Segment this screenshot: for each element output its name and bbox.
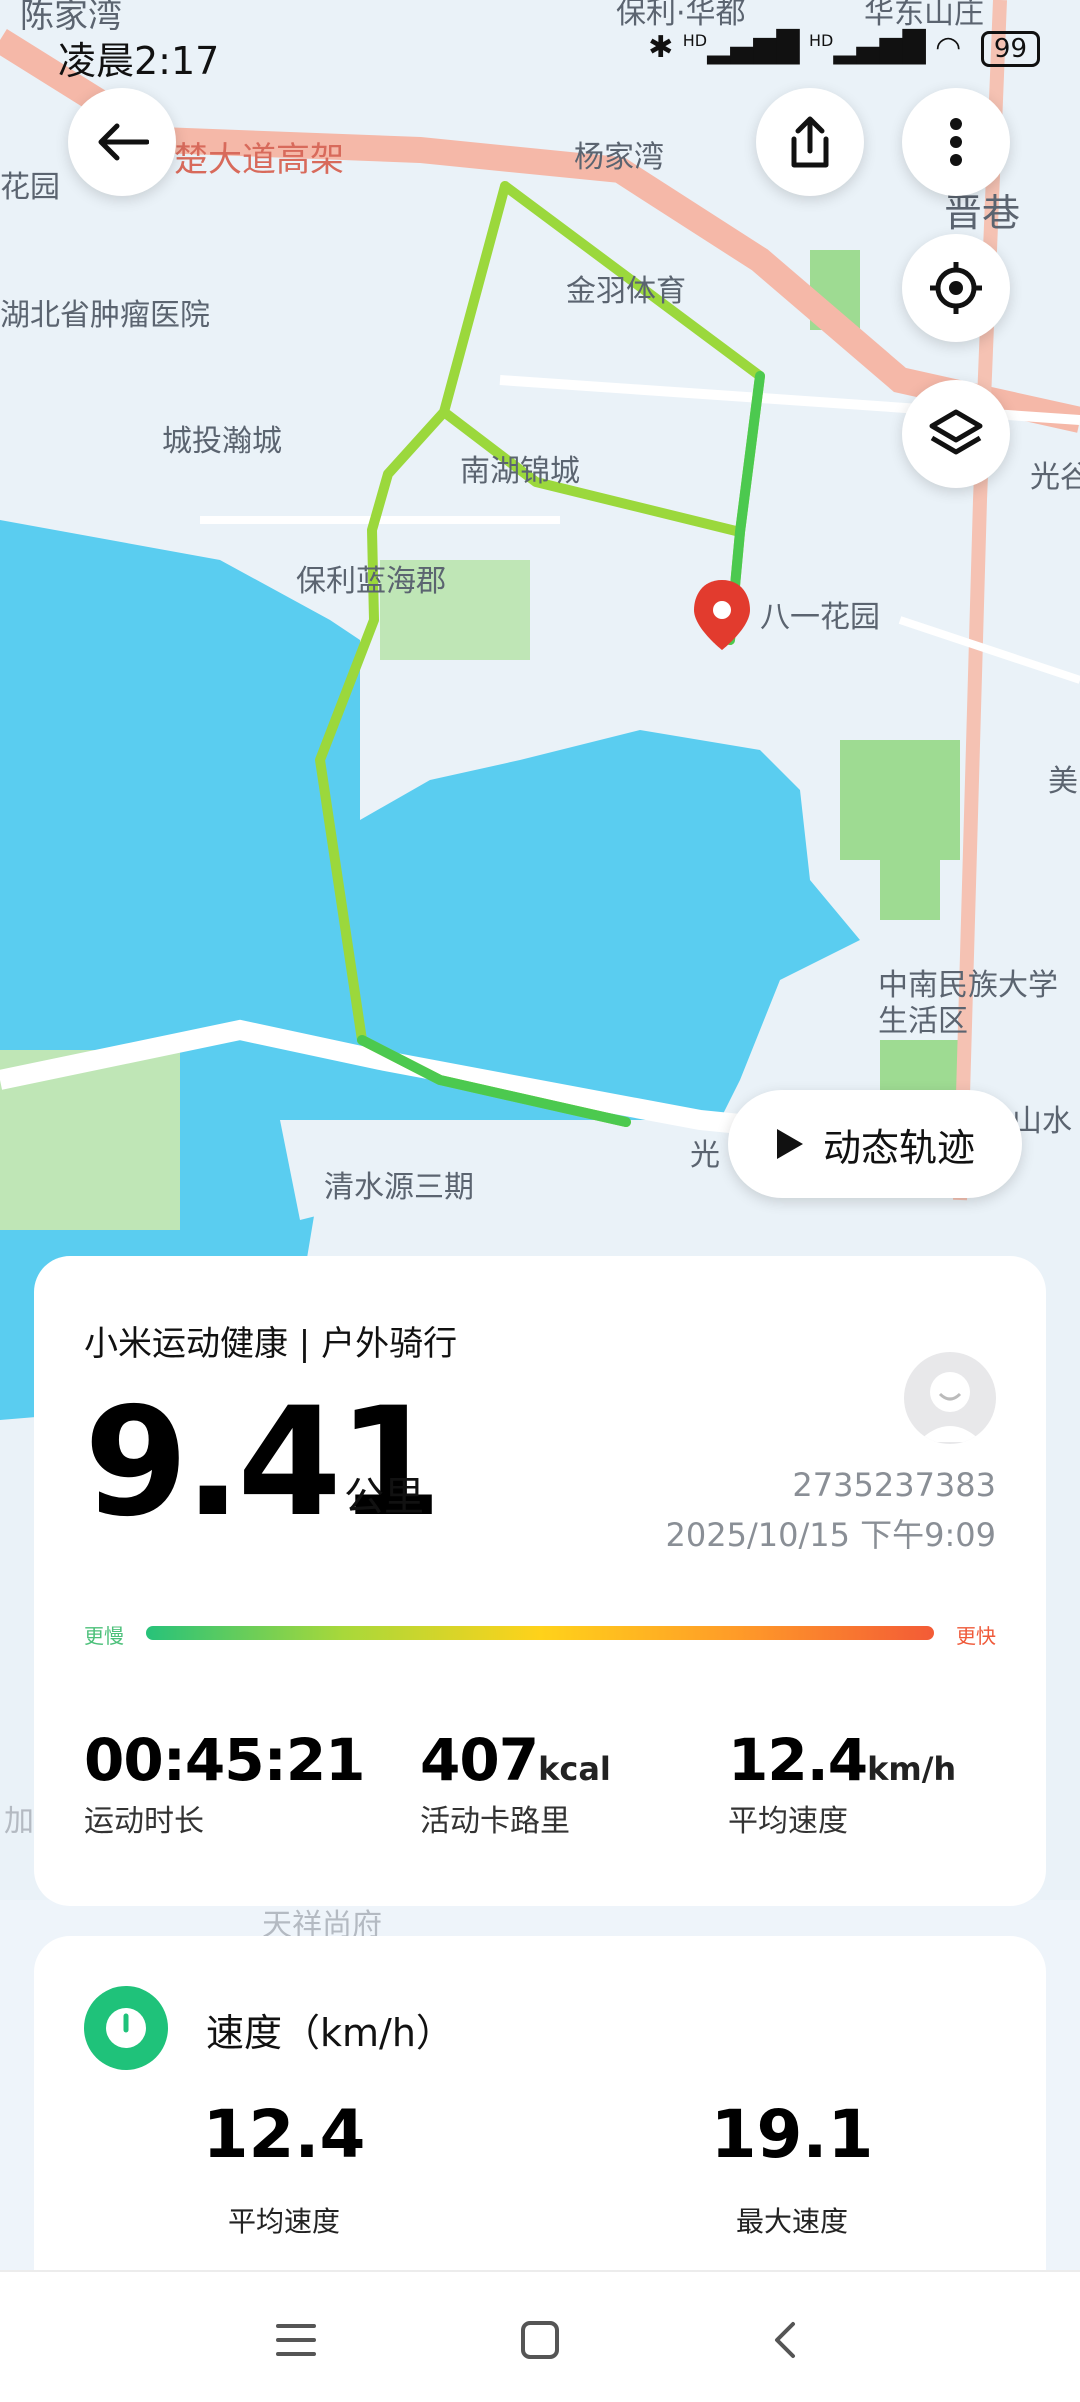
locate-target-icon bbox=[930, 262, 982, 314]
workout-summary-card: 小米运动健康 | 户外骑行 9.41 公里 2735237383 2025/10… bbox=[34, 1256, 1046, 1906]
calories-value: 407 bbox=[420, 1726, 539, 1794]
slower-label: 更慢 bbox=[84, 1624, 124, 1648]
map-label: 美 bbox=[1048, 764, 1078, 799]
signal-icon: HD▂▄▆█ bbox=[682, 30, 800, 65]
speed-card[interactable]: 速度（km/h） 12.4 平均速度 19.1 最大速度 bbox=[34, 1936, 1046, 2270]
share-icon bbox=[791, 116, 829, 168]
map-label: 保利蓝海郡 bbox=[296, 564, 446, 599]
duration-value: 00:45:21 bbox=[84, 1726, 366, 1794]
user-avatar-icon bbox=[918, 1372, 982, 1442]
map-label: 清水源三期 bbox=[324, 1170, 474, 1205]
more-button[interactable] bbox=[902, 88, 1010, 196]
workout-source-title: 小米运动健康 | 户外骑行 bbox=[84, 1324, 458, 1364]
map-label: 金羽体育 bbox=[566, 274, 686, 309]
layers-icon bbox=[929, 409, 983, 455]
chevron-left-icon bbox=[775, 2322, 795, 2358]
distance-value: 9.41 bbox=[84, 1376, 442, 1550]
stat-avg-speed: 12.4km/h 平均速度 bbox=[728, 1726, 956, 1840]
workout-datetime: 2025/10/15 下午9:09 bbox=[665, 1516, 996, 1554]
map-label: 光 bbox=[690, 1138, 720, 1173]
map-label: 花园 bbox=[0, 170, 60, 205]
user-id: 2735237383 bbox=[792, 1466, 996, 1504]
map-label: 八一花园 bbox=[760, 600, 880, 635]
distance-unit: 公里 bbox=[344, 1474, 424, 1520]
system-back-button[interactable] bbox=[754, 2310, 814, 2370]
status-icons: ✱ HD▂▄▆█ HD▂▄▆█ ◠ 99 bbox=[648, 30, 1040, 67]
home-square-icon bbox=[521, 2321, 559, 2359]
menu-icon bbox=[276, 2324, 316, 2356]
more-vertical-icon bbox=[950, 118, 962, 166]
dynamic-track-label: 动态轨迹 bbox=[822, 1125, 975, 1170]
park-area bbox=[880, 820, 940, 920]
stat-duration: 00:45:21 运动时长 bbox=[84, 1726, 366, 1840]
avg-speed-big-value: 12.4 bbox=[202, 2096, 366, 2173]
avg-speed-label: 平均速度 bbox=[728, 1804, 848, 1839]
calories-unit: kcal bbox=[538, 1750, 611, 1788]
calories-label: 活动卡路里 bbox=[420, 1804, 570, 1839]
battery-icon: 99 bbox=[980, 31, 1040, 67]
map-label: 湖北省肿瘤医院 bbox=[0, 298, 210, 333]
faster-label: 更快 bbox=[956, 1624, 996, 1648]
system-navigation-bar bbox=[0, 2270, 1080, 2402]
speed-gradient-bar bbox=[146, 1626, 934, 1640]
speed-card-title: 速度（km/h） bbox=[206, 2011, 454, 2055]
back-button[interactable] bbox=[68, 88, 176, 196]
map-label: 楚大道高架 bbox=[174, 140, 344, 180]
signal-icon: HD▂▄▆█ bbox=[808, 30, 926, 65]
wifi-icon: ◠ bbox=[935, 30, 962, 65]
status-bar: 凌晨2:17 ✱ HD▂▄▆█ HD▂▄▆█ ◠ 99 bbox=[0, 0, 1080, 110]
avg-speed-value: 12.4 bbox=[728, 1726, 868, 1794]
map-label: 城投瀚城 bbox=[162, 424, 282, 459]
map-label: 中南民族大学生活区 bbox=[878, 968, 1058, 1039]
duration-label: 运动时长 bbox=[84, 1804, 204, 1839]
locate-button[interactable] bbox=[902, 234, 1010, 342]
home-button[interactable] bbox=[510, 2310, 570, 2370]
play-icon bbox=[776, 1129, 803, 1159]
speed-icon bbox=[84, 1986, 168, 2070]
avg-speed-big-label: 平均速度 bbox=[227, 2205, 340, 2238]
max-speed-value: 19.1 bbox=[710, 2096, 874, 2173]
map-label: 杨家湾 bbox=[574, 140, 664, 175]
map-layers-button[interactable] bbox=[902, 380, 1010, 488]
back-arrow-icon bbox=[98, 123, 149, 161]
status-time: 凌晨2:17 bbox=[58, 39, 220, 83]
map-label: 南湖锦城 bbox=[460, 454, 580, 489]
map-label: 加 bbox=[4, 1804, 34, 1839]
max-speed-label: 最大速度 bbox=[735, 2205, 848, 2238]
avg-speed-unit: km/h bbox=[867, 1750, 957, 1788]
bluetooth-icon: ✱ bbox=[648, 30, 674, 65]
map-label: 光谷 bbox=[1030, 460, 1080, 495]
dynamic-track-button[interactable]: 动态轨迹 bbox=[728, 1090, 1022, 1198]
recent-apps-button[interactable] bbox=[266, 2310, 326, 2370]
stat-calories: 407kcal 活动卡路里 bbox=[420, 1726, 611, 1840]
avatar[interactable] bbox=[904, 1352, 996, 1444]
share-button[interactable] bbox=[756, 88, 864, 196]
